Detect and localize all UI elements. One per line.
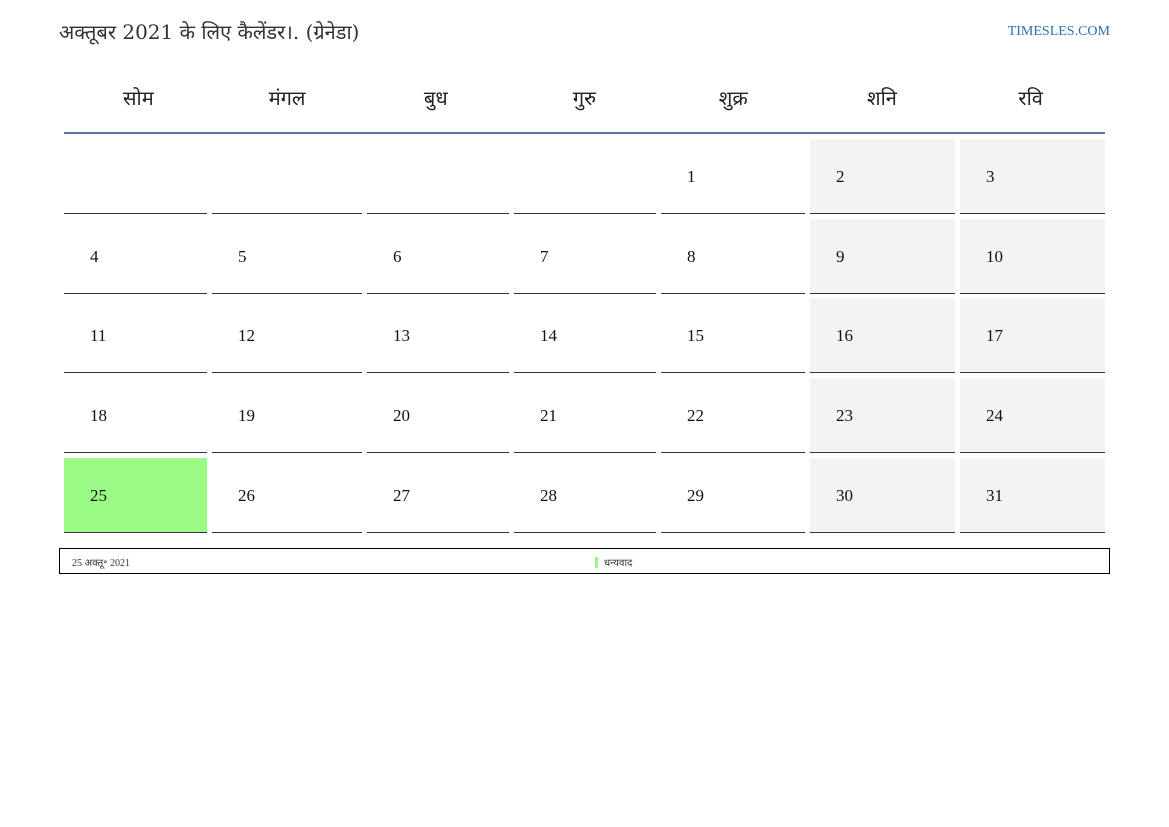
weekday-mon: सोम bbox=[123, 86, 154, 110]
calendar-empty-cell bbox=[514, 139, 656, 214]
weekday-tue: मंगल bbox=[268, 86, 306, 110]
calendar-day-cell[interactable]: 15 bbox=[661, 298, 805, 374]
calendar-day-cell[interactable]: 18 bbox=[64, 378, 207, 454]
calendar-day-cell[interactable]: 29 bbox=[661, 458, 805, 533]
calendar-day-cell[interactable]: 23 bbox=[810, 378, 955, 454]
footer-date: 25 अक्तू॰ 2021 bbox=[72, 558, 130, 569]
calendar-day-cell[interactable]: 14 bbox=[514, 298, 656, 374]
calendar-day-cell[interactable]: 26 bbox=[212, 458, 362, 533]
calendar-day-cell[interactable]: 28 bbox=[514, 458, 656, 533]
holiday-swatch-icon bbox=[595, 556, 598, 568]
holiday-legend-label: धन्यवाद bbox=[604, 558, 633, 569]
weekday-fri: शुक्र bbox=[718, 86, 748, 110]
day-number: 20 bbox=[393, 406, 410, 426]
calendar-day-cell[interactable]: 3 bbox=[960, 139, 1105, 214]
calendar-day-cell[interactable]: 4 bbox=[64, 219, 207, 294]
weekday-sat: शनि bbox=[867, 86, 897, 110]
day-number: 14 bbox=[540, 326, 557, 346]
day-number: 12 bbox=[238, 326, 255, 346]
calendar-empty-cell bbox=[64, 139, 207, 214]
calendar-week-row: 25 26 27 28 29 30 31 bbox=[64, 457, 1105, 533]
calendar-week-row: 11 12 13 14 15 16 17 bbox=[64, 298, 1105, 374]
calendar-day-cell[interactable]: 12 bbox=[212, 298, 362, 374]
day-number: 23 bbox=[836, 406, 853, 426]
calendar-day-cell[interactable]: 16 bbox=[810, 298, 955, 374]
calendar-day-cell[interactable]: 19 bbox=[212, 378, 362, 454]
day-number: 25 bbox=[90, 485, 107, 505]
calendar-empty-cell bbox=[212, 139, 362, 214]
calendar-day-cell[interactable]: 8 bbox=[661, 219, 805, 294]
calendar-day-cell[interactable]: 2 bbox=[810, 139, 955, 214]
day-number: 19 bbox=[238, 406, 255, 426]
day-number: 3 bbox=[986, 167, 995, 186]
site-link[interactable]: TIMESLES.COM bbox=[1008, 24, 1110, 40]
weekday-header-row: सोम मंगल बुध गुरु शुक्र शनि रवि bbox=[64, 80, 1105, 134]
calendar-week-row: 1 2 3 bbox=[64, 139, 1105, 214]
calendar-day-cell[interactable]: 21 bbox=[514, 378, 656, 454]
calendar-day-cell[interactable]: 1 bbox=[661, 139, 805, 214]
day-number: 4 bbox=[90, 246, 99, 266]
day-number: 17 bbox=[986, 326, 1003, 346]
day-number: 7 bbox=[540, 246, 549, 266]
weekday-thu: गुरु bbox=[572, 86, 597, 110]
calendar-day-cell[interactable]: 17 bbox=[960, 298, 1105, 374]
calendar-day-cell[interactable]: 24 bbox=[960, 378, 1105, 454]
day-number: 10 bbox=[986, 246, 1003, 266]
calendar-grid: 1 2 3 4 5 6 7 8 9 10 11 12 13 14 15 16 17 18 19 20 21 22 23 24 2… bbox=[64, 139, 1105, 537]
calendar-week-row: 18 19 20 21 22 23 24 bbox=[64, 378, 1105, 454]
weekday-wed: बुध bbox=[423, 86, 448, 110]
page-title: अक्तूबर 2021 के लिए कैलेंडर।. (ग्रेनेडा) bbox=[59, 20, 360, 44]
calendar-day-cell[interactable]: 27 bbox=[367, 458, 509, 533]
calendar-day-cell[interactable]: 10 bbox=[960, 218, 1105, 294]
day-number: 2 bbox=[836, 167, 845, 186]
calendar-day-cell[interactable]: 13 bbox=[367, 298, 509, 374]
calendar-empty-cell bbox=[367, 139, 509, 214]
day-number: 29 bbox=[687, 485, 704, 505]
calendar-week-row: 4 5 6 7 8 9 10 bbox=[64, 218, 1105, 294]
day-number: 9 bbox=[836, 246, 845, 266]
day-number: 24 bbox=[986, 406, 1003, 426]
day-number: 6 bbox=[393, 246, 402, 266]
holiday-legend: धन्यवाद bbox=[595, 555, 632, 569]
calendar-day-cell[interactable]: 25 bbox=[64, 457, 207, 533]
day-number: 21 bbox=[540, 406, 557, 426]
calendar-day-cell[interactable]: 22 bbox=[661, 378, 805, 454]
calendar-day-cell[interactable]: 30 bbox=[810, 457, 955, 533]
calendar-day-cell[interactable]: 9 bbox=[810, 218, 955, 294]
day-number: 11 bbox=[90, 326, 107, 346]
day-number: 30 bbox=[836, 485, 853, 505]
day-number: 13 bbox=[393, 326, 410, 346]
calendar-day-cell[interactable]: 5 bbox=[212, 219, 362, 294]
footer-box: 25 अक्तू॰ 2021 धन्यवाद bbox=[59, 548, 1110, 574]
day-number: 28 bbox=[540, 485, 557, 505]
calendar-day-cell[interactable]: 11 bbox=[64, 298, 207, 374]
day-number: 8 bbox=[687, 246, 696, 266]
day-number: 27 bbox=[393, 485, 410, 505]
day-number: 15 bbox=[687, 326, 704, 346]
day-number: 18 bbox=[90, 406, 107, 426]
day-number: 22 bbox=[687, 406, 704, 426]
calendar-day-cell[interactable]: 7 bbox=[514, 219, 656, 294]
weekday-sun: रवि bbox=[1018, 86, 1043, 110]
calendar-day-cell[interactable]: 20 bbox=[367, 378, 509, 454]
day-number: 31 bbox=[986, 485, 1003, 505]
day-number: 26 bbox=[238, 485, 255, 505]
day-number: 16 bbox=[836, 326, 853, 346]
calendar-day-cell[interactable]: 6 bbox=[367, 219, 509, 294]
calendar-day-cell[interactable]: 31 bbox=[960, 457, 1105, 533]
day-number: 1 bbox=[687, 167, 696, 186]
day-number: 5 bbox=[238, 246, 247, 266]
